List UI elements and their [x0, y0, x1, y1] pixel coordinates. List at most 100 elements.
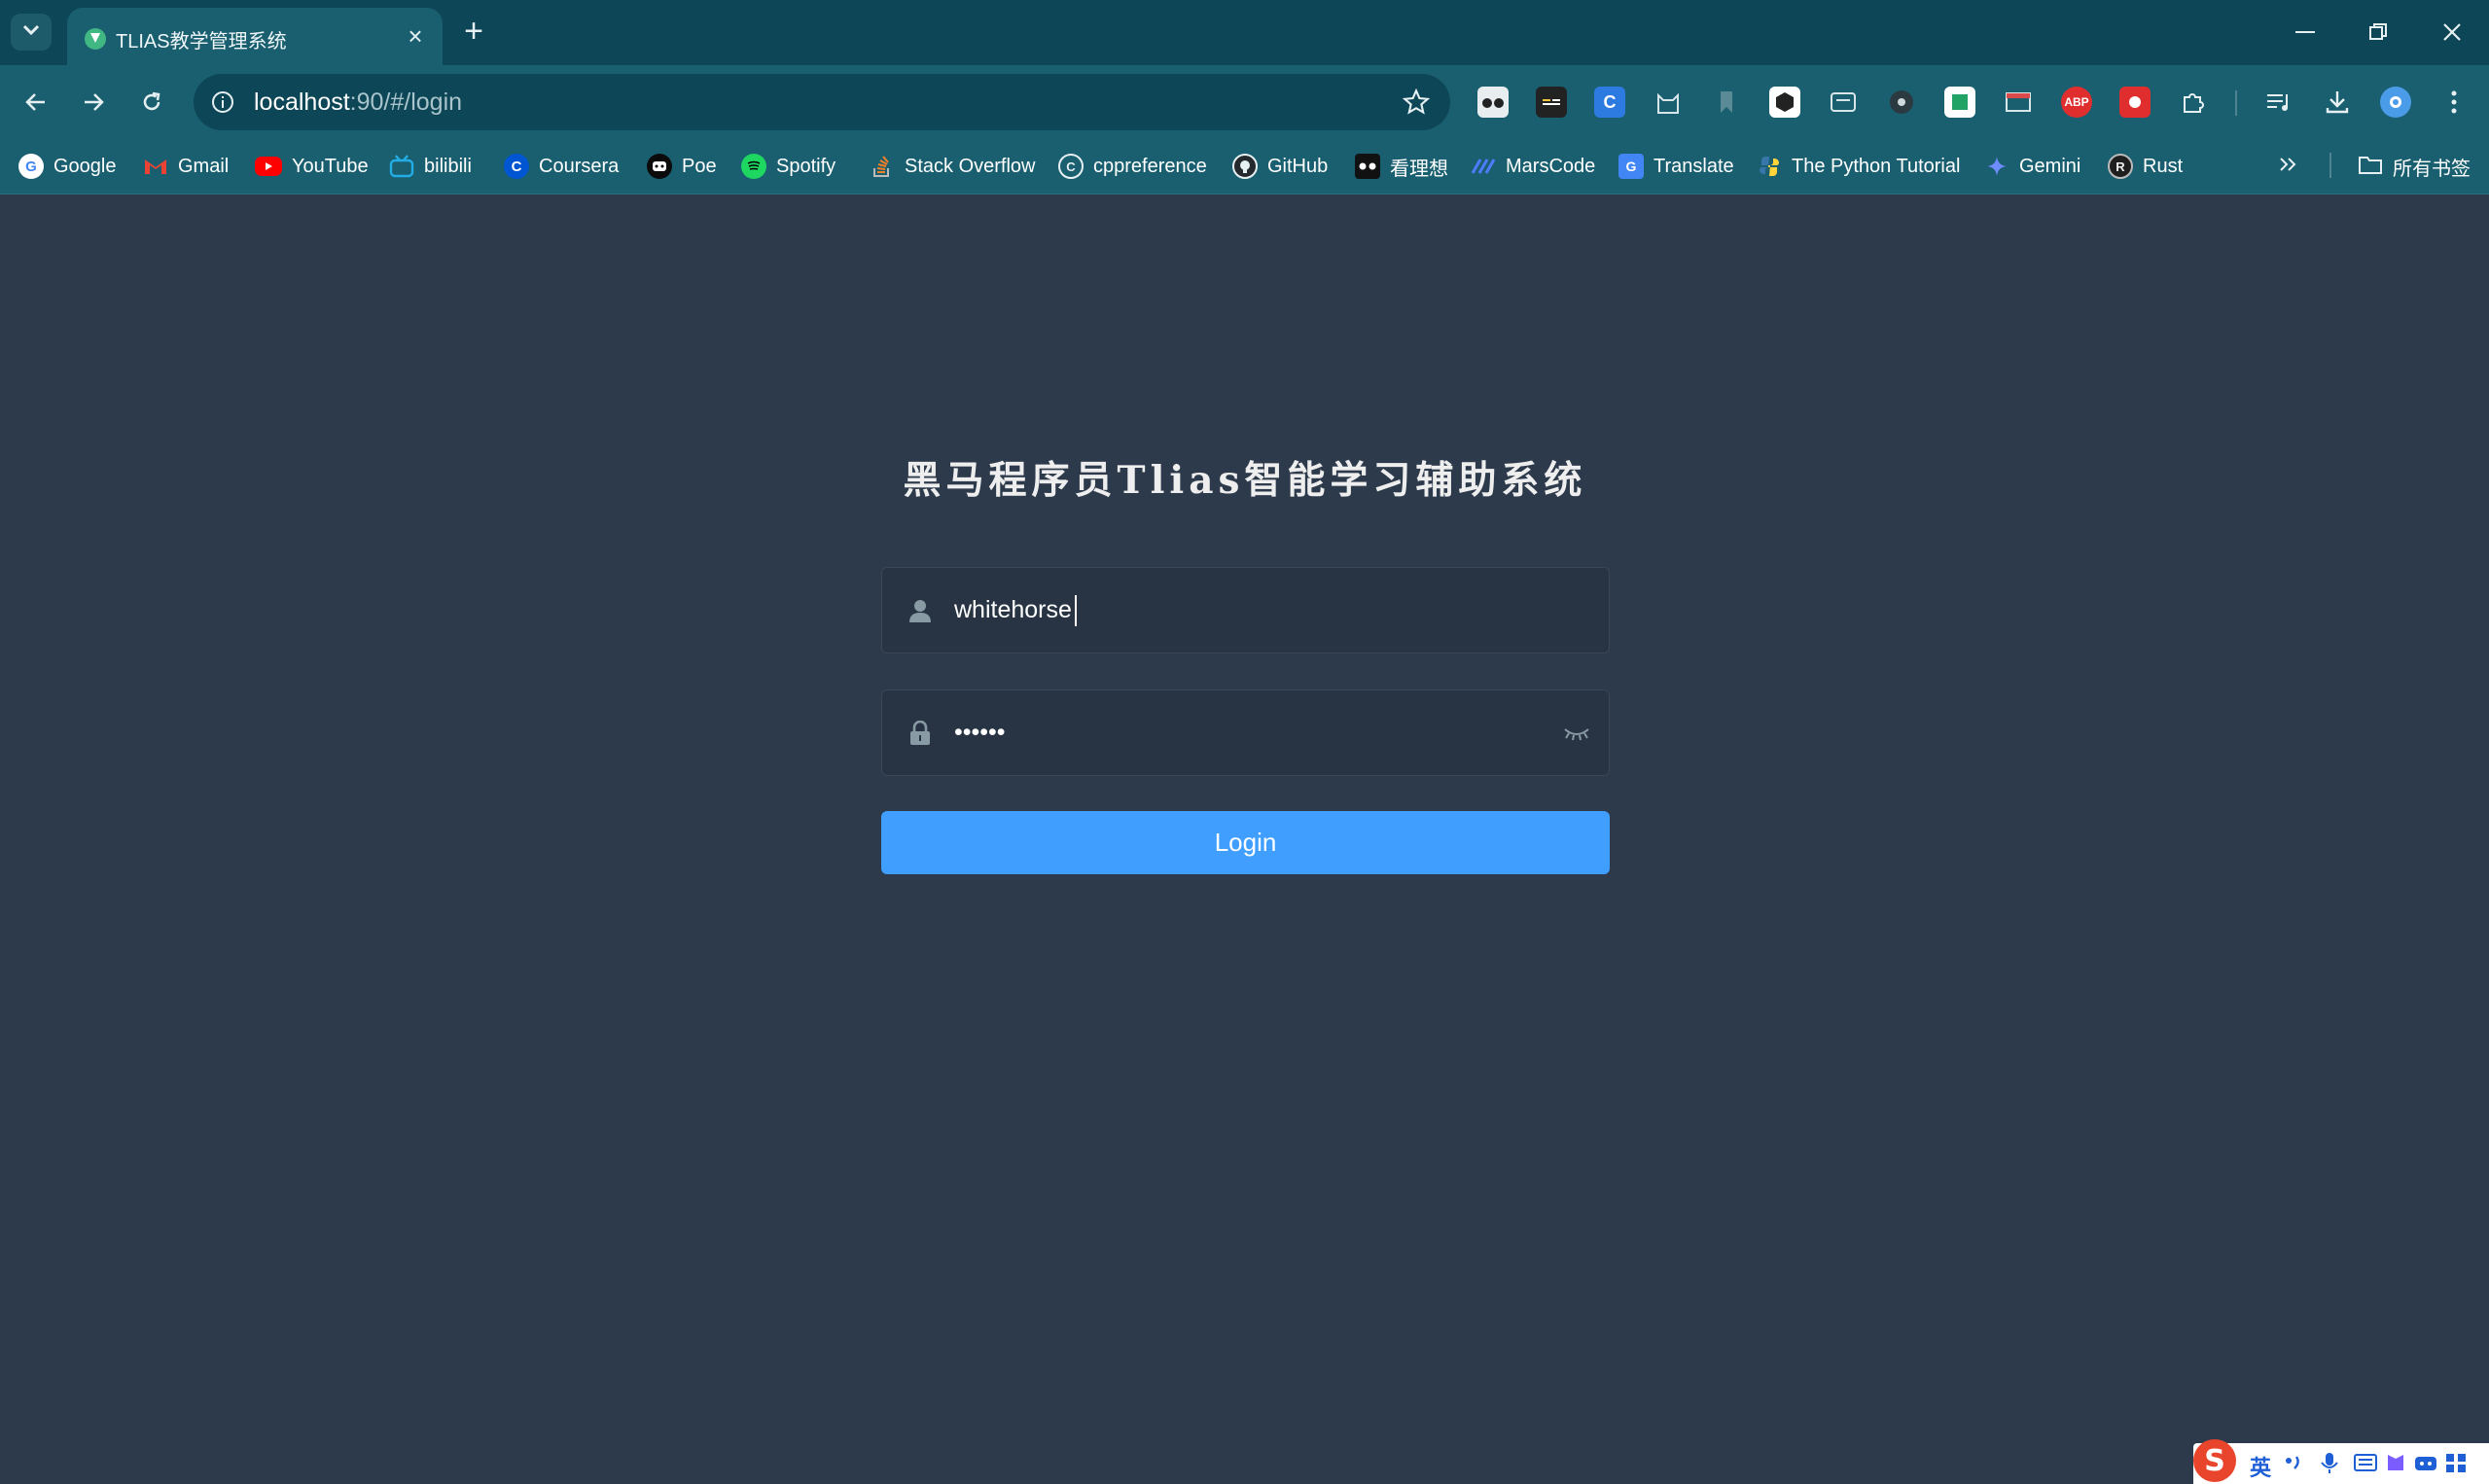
- back-button[interactable]: [17, 83, 55, 122]
- extension-red-bar-icon[interactable]: [2003, 87, 2034, 118]
- new-tab-button[interactable]: +: [457, 15, 490, 49]
- extension-record-icon[interactable]: [2119, 87, 2151, 118]
- ime-language[interactable]: 英: [2250, 1451, 2271, 1482]
- coursera-icon: C: [504, 154, 529, 179]
- ime-status-bar: S 英: [2193, 1439, 2489, 1484]
- rust-icon: R: [2108, 154, 2133, 179]
- bookmark-label: Gmail: [178, 155, 230, 177]
- python-icon: [1757, 154, 1782, 179]
- gmail-icon: [143, 154, 168, 179]
- bookmark-label: MarsCode: [1506, 155, 1596, 177]
- extension-green-icon[interactable]: [1944, 87, 1975, 118]
- kanlixiang-icon: [1355, 154, 1380, 179]
- marscode-icon: [1471, 154, 1496, 179]
- bookmark-label: The Python Tutorial: [1792, 155, 1961, 177]
- bookmark-label: cppreference: [1093, 155, 1207, 177]
- chevron-down-icon: [22, 23, 40, 41]
- user-icon: [906, 596, 935, 625]
- tab-search-button[interactable]: [11, 14, 52, 51]
- bookmarks-overflow-button[interactable]: [2278, 150, 2297, 183]
- all-bookmarks-button[interactable]: 所有书签: [2358, 150, 2471, 183]
- username-field[interactable]: [881, 567, 1610, 654]
- bookmark-spotify[interactable]: Spotify: [741, 150, 836, 183]
- cppreference-icon: C: [1058, 154, 1084, 179]
- browser-toolbar: localhost:90/#/login C ABP: [0, 65, 2489, 139]
- address-bar[interactable]: localhost:90/#/login: [194, 74, 1450, 130]
- login-button[interactable]: Login: [881, 811, 1610, 874]
- bookmark-translate[interactable]: G Translate: [1618, 150, 1734, 183]
- bookmark-label: 看理想: [1390, 158, 1448, 180]
- extensions-puzzle-icon[interactable]: [2178, 87, 2209, 118]
- page-title: 黑马程序员Tlias智能学习辅助系统: [903, 458, 1587, 503]
- folder-icon: [2358, 154, 2383, 180]
- youtube-icon: [255, 157, 282, 176]
- extension-hexagon-icon[interactable]: [1769, 87, 1800, 118]
- lock-icon: [906, 719, 935, 748]
- bookmark-star-icon[interactable]: [1400, 86, 1433, 119]
- url-text[interactable]: localhost:90/#/login: [254, 88, 462, 117]
- text-caret: [1075, 595, 1077, 626]
- google-icon: G: [18, 154, 44, 179]
- vue-favicon-icon: [85, 28, 106, 50]
- username-input[interactable]: [954, 568, 1538, 653]
- bookmark-label: Rust: [2143, 155, 2184, 177]
- bookmark-bilibili[interactable]: bilibili: [389, 150, 472, 183]
- bilibili-icon: [389, 154, 414, 179]
- bookmark-label: Coursera: [539, 155, 620, 177]
- bookmark-google[interactable]: G Google: [18, 150, 117, 183]
- extension-subtitle-icon[interactable]: [1536, 87, 1567, 118]
- extension-bookmark-icon[interactable]: [1711, 87, 1742, 118]
- reload-button[interactable]: [132, 83, 171, 122]
- downloads-icon[interactable]: [2322, 87, 2353, 118]
- github-icon: [1232, 154, 1258, 179]
- sogou-logo-icon[interactable]: S: [2193, 1439, 2236, 1482]
- bookmark-poe[interactable]: Poe: [647, 150, 717, 183]
- bookmark-kanlixiang[interactable]: 看理想: [1355, 150, 1448, 183]
- extension-c-icon[interactable]: C: [1594, 87, 1625, 118]
- eye-closed-icon[interactable]: [1560, 720, 1593, 747]
- extension-circle-icon[interactable]: [1886, 87, 1917, 118]
- extension-cat-icon[interactable]: [1653, 87, 1684, 118]
- password-input[interactable]: [954, 690, 1538, 775]
- bookmark-youtube[interactable]: YouTube: [255, 150, 369, 183]
- bookmark-coursera[interactable]: C Coursera: [504, 150, 619, 183]
- extension-dictionary-icon[interactable]: [1828, 87, 1859, 118]
- site-info-icon[interactable]: [207, 87, 238, 118]
- spotify-icon: [741, 154, 766, 179]
- login-page: 黑马程序员Tlias智能学习辅助系统 Login: [0, 195, 2489, 1484]
- all-bookmarks-label: 所有书签: [2393, 158, 2471, 180]
- active-tab[interactable]: TLIAS教学管理系统 ×: [67, 8, 443, 65]
- bookmarks-bar: G Google Gmail YouTube bilibili C Course…: [0, 139, 2489, 194]
- extension-reader-icon[interactable]: [1477, 87, 1509, 118]
- url-host: localhost: [254, 88, 350, 116]
- toolbar-separator: [2235, 90, 2237, 116]
- bookmark-label: Stack Overflow: [905, 155, 1036, 177]
- ime-toolbar-icons[interactable]: [2283, 1451, 2473, 1480]
- restore-button[interactable]: [2357, 12, 2400, 53]
- close-tab-icon[interactable]: ×: [402, 22, 429, 50]
- bookmark-label: Google: [53, 155, 117, 177]
- forward-button[interactable]: [74, 83, 113, 122]
- bookmark-python-tutorial[interactable]: The Python Tutorial: [1757, 150, 1960, 183]
- bookmark-rust[interactable]: R Rust: [2108, 150, 2183, 183]
- browser-menu-icon[interactable]: [2438, 87, 2470, 118]
- password-field[interactable]: [881, 689, 1610, 776]
- bookmark-gemini[interactable]: Gemini: [1984, 150, 2080, 183]
- bookmark-marscode[interactable]: MarsCode: [1471, 150, 1595, 183]
- url-path: :90/#/login: [349, 88, 463, 116]
- gemini-icon: [1984, 154, 2009, 179]
- minimize-button[interactable]: [2284, 12, 2327, 53]
- bookmark-stack-overflow[interactable]: Stack Overflow: [870, 150, 1035, 183]
- bookmark-label: Poe: [682, 155, 717, 177]
- bookmark-github[interactable]: GitHub: [1232, 150, 1328, 183]
- extension-adblock-icon[interactable]: ABP: [2061, 87, 2092, 118]
- bookmark-label: bilibili: [424, 155, 472, 177]
- bookmark-label: YouTube: [292, 155, 369, 177]
- bookmarks-separator: [2329, 153, 2331, 178]
- bookmark-cppreference[interactable]: C cppreference: [1058, 150, 1207, 183]
- close-window-button[interactable]: [2431, 12, 2473, 53]
- stackoverflow-icon: [870, 154, 895, 179]
- profile-avatar-icon[interactable]: [2380, 87, 2411, 118]
- media-control-icon[interactable]: [2263, 87, 2294, 118]
- bookmark-gmail[interactable]: Gmail: [143, 150, 229, 183]
